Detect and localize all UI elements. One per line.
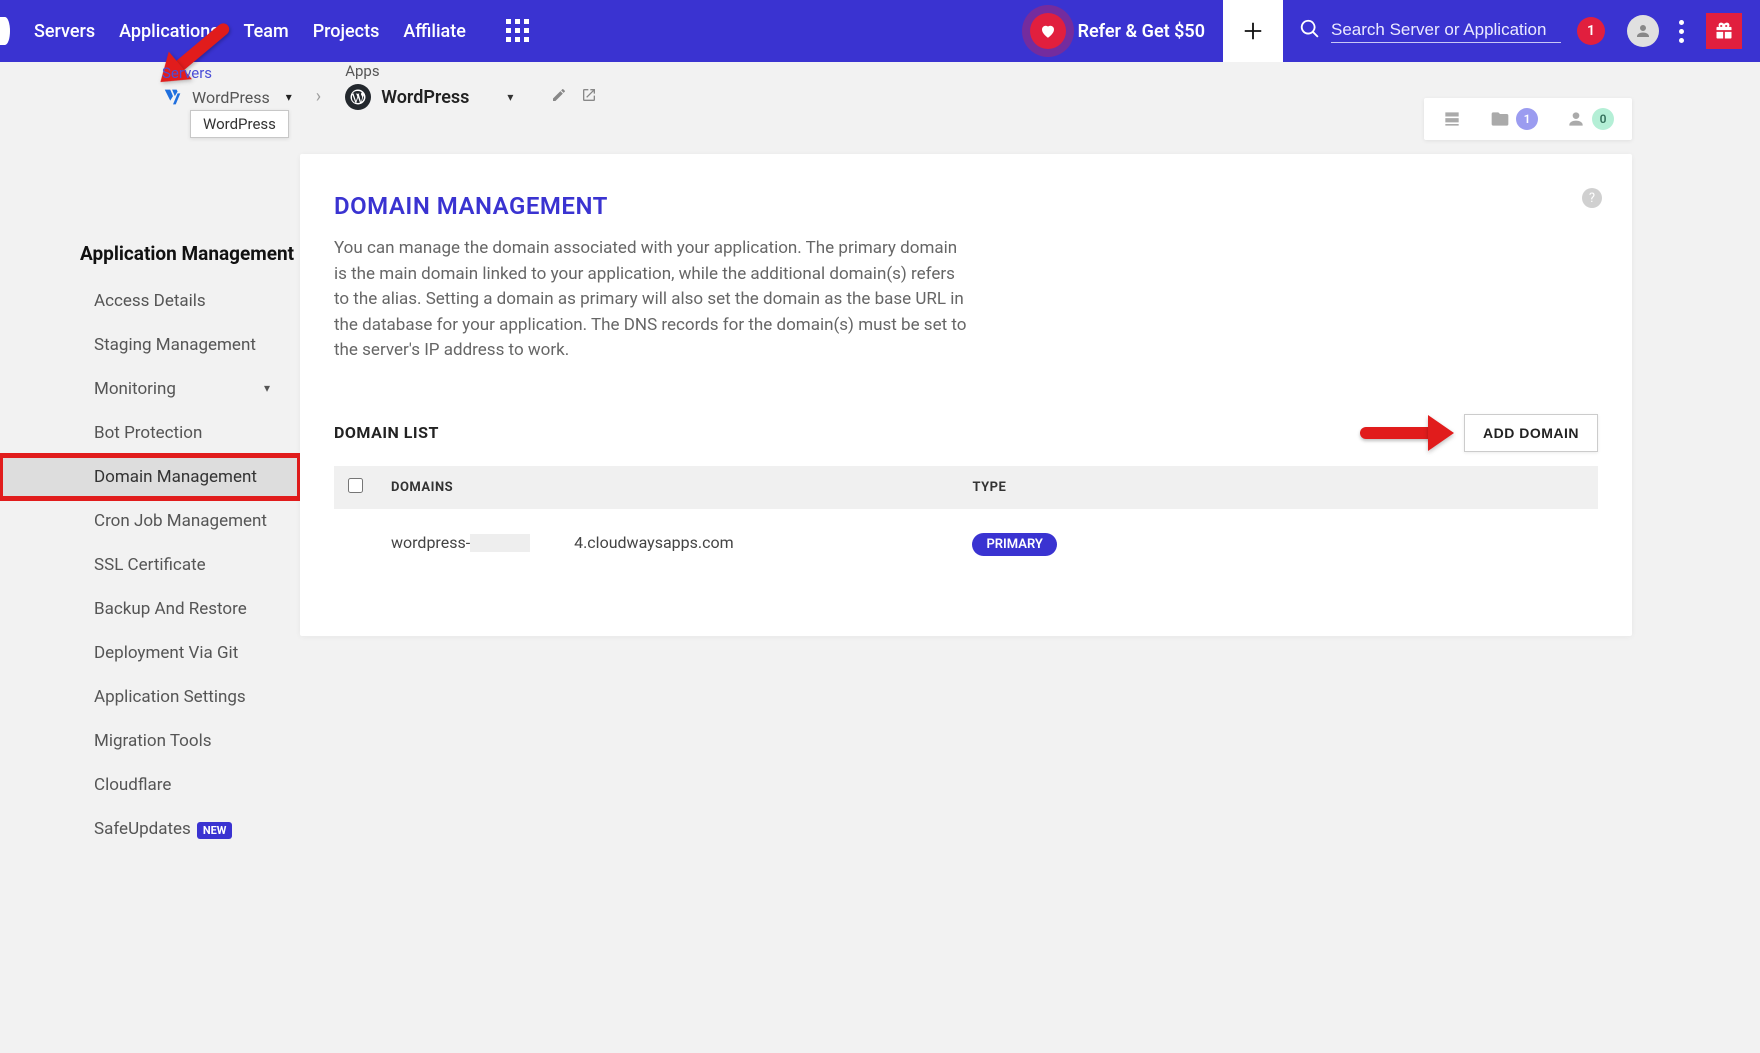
chevron-down-icon: ▾ [507,90,513,104]
chevron-down-icon: ▾ [286,90,292,104]
search-input[interactable] [1331,20,1561,40]
gift-button[interactable] [1706,13,1742,49]
main-content: Servers WordPress ▾ WordPress › Apps Wor… [300,62,1760,851]
more-menu-icon[interactable] [1679,20,1684,43]
page-title: DOMAIN MANAGEMENT [334,192,1598,220]
sidebar-list: Access Details Staging Management Monito… [0,279,300,851]
app-selector[interactable]: WordPress ▾ [345,84,597,110]
nav-applications[interactable]: Applications [119,3,219,60]
column-checkbox [334,466,377,509]
sidebar-item-cron[interactable]: Cron Job Management [0,499,300,543]
servers-stat-icon[interactable] [1442,109,1462,129]
users-stat[interactable]: 0 [1566,108,1614,130]
annotation-arrow-icon [1360,427,1436,439]
breadcrumb-separator-icon: › [308,86,329,107]
logo[interactable] [0,17,10,45]
sidebar-item-access-details[interactable]: Access Details [0,279,300,323]
select-all-checkbox[interactable] [348,478,363,493]
table-row: wordpress- 4.cloudwaysapps.com PRIMARY [334,509,1598,577]
tooltip: WordPress [190,110,289,138]
new-badge: NEW [197,822,233,839]
vultr-icon [162,86,184,108]
domain-cell: wordpress- 4.cloudwaysapps.com [377,509,958,577]
column-domains: DOMAINS [377,466,958,509]
redacted [470,534,530,552]
content-card: DOMAIN MANAGEMENT ? You can manage the d… [300,154,1632,636]
apps-grid-icon[interactable] [506,19,530,43]
add-button[interactable] [1223,0,1283,62]
chevron-down-icon: ▾ [264,381,270,395]
domains-table: DOMAINS TYPE wordpress- 4.cloudwaysapps.… [334,466,1598,577]
user-avatar[interactable] [1627,15,1659,47]
sidebar-item-staging[interactable]: Staging Management [0,323,300,367]
sidebar-item-backup[interactable]: Backup And Restore [0,587,300,631]
edit-icon[interactable] [551,87,567,107]
page-description: You can manage the domain associated wit… [334,236,974,364]
sidebar-item-migration[interactable]: Migration Tools [0,719,300,763]
sidebar-item-monitoring[interactable]: Monitoring▾ [0,367,300,411]
refer-label: Refer & Get $50 [1078,21,1205,42]
notification-count[interactable]: 1 [1577,17,1605,45]
nav-team[interactable]: Team [244,3,289,60]
sidebar-item-ssl[interactable]: SSL Certificate [0,543,300,587]
type-badge: PRIMARY [972,533,1056,556]
nav-affiliate[interactable]: Affiliate [403,3,466,60]
column-type: TYPE [958,466,1598,509]
sidebar-item-bot-protection[interactable]: Bot Protection [0,411,300,455]
sidebar-heading: Application Management [0,242,300,279]
help-icon[interactable]: ? [1582,188,1602,208]
server-selector[interactable]: WordPress ▾ WordPress [162,86,292,108]
nav-projects[interactable]: Projects [313,3,380,60]
sidebar-item-app-settings[interactable]: Application Settings [0,675,300,719]
top-navigation: Servers Applications Team Projects Affil… [0,0,1760,62]
domain-list-heading: DOMAIN LIST [334,423,439,442]
external-link-icon[interactable] [581,87,597,107]
breadcrumb-servers-label[interactable]: Servers [162,64,292,82]
wordpress-icon [345,84,371,110]
stats-panel: 1 0 [1424,98,1632,140]
heart-icon [1030,13,1066,49]
folders-stat[interactable]: 1 [1490,108,1538,130]
refer-link[interactable]: Refer & Get $50 [1030,13,1223,49]
sidebar-item-safeupdates[interactable]: SafeUpdatesNEW [0,807,300,851]
sidebar-item-domain-management[interactable]: Domain Management [0,455,300,499]
sidebar-item-cloudflare[interactable]: Cloudflare [0,763,300,807]
nav-servers[interactable]: Servers [34,3,95,60]
add-domain-button[interactable]: ADD DOMAIN [1464,414,1598,452]
sidebar: Application Management Access Details St… [0,62,300,851]
breadcrumb-apps-label: Apps [345,62,597,80]
breadcrumb: Servers WordPress ▾ WordPress › Apps Wor… [80,62,597,110]
sidebar-item-git[interactable]: Deployment Via Git [0,631,300,675]
main-nav: Servers Applications Team Projects Affil… [34,3,466,60]
search-icon[interactable] [1299,18,1321,44]
search-area: 1 [1283,0,1760,62]
